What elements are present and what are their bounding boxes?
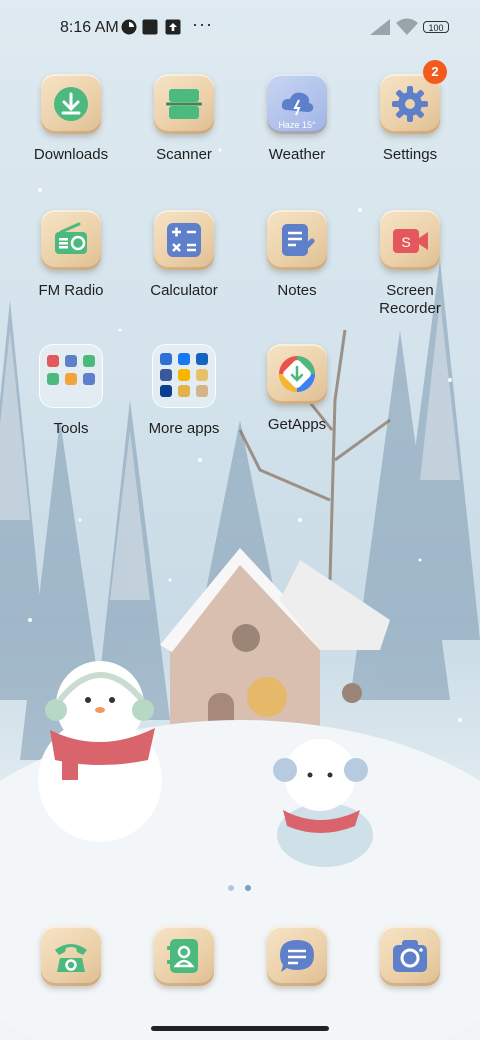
contacts-tile: [154, 926, 214, 986]
contacts-icon: [167, 939, 198, 973]
gesture-home-bar[interactable]: [151, 1026, 329, 1031]
screen-recorder-tile: S: [380, 210, 440, 270]
signal-icon: [370, 19, 390, 35]
status-time: 8:16 AM: [60, 19, 119, 36]
app-label: Notes: [277, 282, 317, 299]
app-weather[interactable]: Haze 15° Weather: [242, 74, 352, 164]
wifi-icon: [396, 18, 418, 35]
dock-messages[interactable]: [242, 926, 352, 986]
page-dot-active[interactable]: [245, 885, 251, 891]
mini-app-icon: [65, 355, 77, 367]
app-label: GetApps: [267, 416, 327, 433]
mini-app-icon: [160, 353, 172, 365]
messages-tile: [267, 926, 327, 986]
weather-text: Haze 15°: [278, 120, 316, 130]
mini-app-icon: [47, 373, 59, 385]
app-label: Downloads: [33, 146, 109, 163]
getapps-tile: [267, 344, 327, 404]
weather-icon: [281, 92, 314, 116]
app-getapps[interactable]: GetApps: [242, 344, 352, 434]
notes-tile: [267, 210, 327, 270]
folder-icon: [39, 344, 103, 408]
app-calculator[interactable]: Calculator: [129, 210, 239, 300]
mini-app-icon: [196, 369, 208, 381]
app-settings[interactable]: 2 Settings: [355, 60, 465, 164]
battery-icon: 100: [423, 21, 449, 33]
dock-contacts[interactable]: [129, 926, 239, 986]
folder-tools[interactable]: Tools: [16, 344, 126, 438]
mini-app-icon: [196, 353, 208, 365]
page-indicator: [228, 878, 262, 896]
calculator-icon: [167, 223, 201, 257]
notification-badge: 2: [423, 60, 447, 84]
notes-icon: [282, 224, 315, 256]
dock-camera[interactable]: [355, 926, 465, 986]
app-label: Settings: [382, 146, 438, 163]
dock-phone[interactable]: [16, 926, 126, 986]
app-label: Screen Recorder: [379, 282, 441, 317]
app-label: More apps: [148, 420, 220, 437]
phone-tile: [41, 926, 101, 986]
mini-app-icon: [83, 355, 95, 367]
mini-app-icon: [178, 369, 190, 381]
messages-icon: [280, 940, 314, 972]
app-label: Tools: [53, 420, 89, 437]
download-icon: [54, 87, 88, 121]
mini-app-icon: [160, 369, 172, 381]
mini-app-icon: [83, 373, 95, 385]
radio-icon: [55, 222, 87, 254]
mini-app-icon: [178, 353, 190, 365]
app-downloads[interactable]: Downloads: [16, 74, 126, 164]
camera-tile: [380, 926, 440, 986]
square-notification-icon: [142, 19, 158, 35]
phone-icon: [55, 944, 87, 972]
getapps-icon: [279, 356, 315, 392]
scanner-tile: [154, 74, 214, 134]
scanner-icon: [166, 89, 202, 119]
folder-icon: [152, 344, 216, 408]
calculator-tile: [154, 210, 214, 270]
app-label: FM Radio: [38, 282, 104, 299]
svg-text:S: S: [401, 234, 410, 250]
mini-app-icon: [196, 385, 208, 397]
page-dot[interactable]: [228, 885, 234, 891]
overflow-icon: ···: [192, 14, 213, 34]
app-notification-icon: [121, 19, 137, 35]
weather-tile: Haze 15°: [267, 74, 327, 134]
upload-notification-icon: [165, 19, 181, 35]
app-scanner[interactable]: Scanner: [129, 74, 239, 164]
mini-app-icon: [178, 385, 190, 397]
mini-app-icon: [47, 355, 59, 367]
fm-radio-tile: [41, 210, 101, 270]
screen-recorder-icon: S: [393, 229, 428, 253]
app-label: Calculator: [150, 282, 218, 299]
folder-more-apps[interactable]: More apps: [129, 344, 239, 438]
mini-app-icon: [160, 385, 172, 397]
app-label: Scanner: [156, 146, 212, 163]
downloads-tile: [41, 74, 101, 134]
status-bar: 8:16 AM ··· 100: [0, 0, 480, 56]
gear-icon: [392, 86, 428, 122]
app-screen-recorder[interactable]: S Screen Recorder: [355, 210, 465, 318]
app-fm-radio[interactable]: FM Radio: [16, 210, 126, 300]
mini-app-icon: [65, 373, 77, 385]
app-notes[interactable]: Notes: [242, 210, 352, 300]
camera-icon: [393, 940, 427, 972]
app-label: Weather: [268, 146, 326, 163]
